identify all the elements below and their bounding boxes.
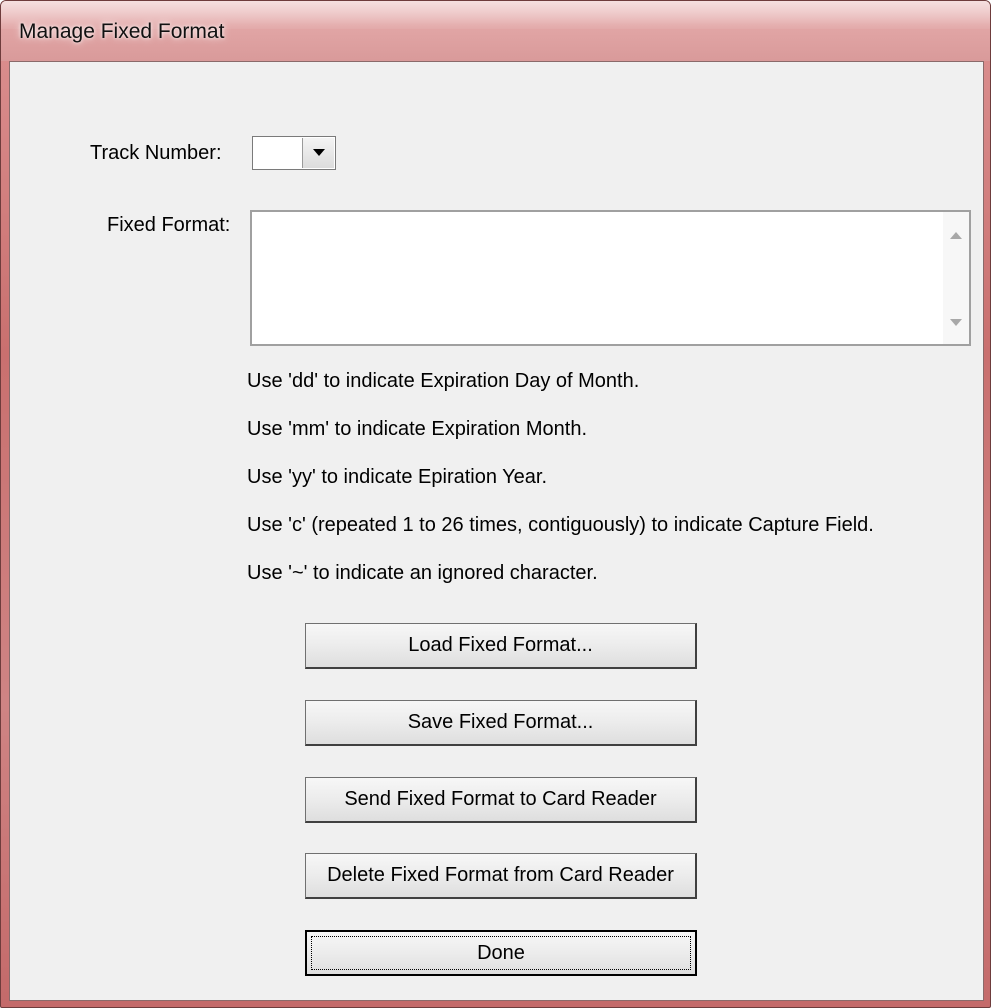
- fixed-format-input[interactable]: [250, 210, 971, 346]
- hint-month: Use 'mm' to indicate Expiration Month.: [247, 418, 587, 440]
- track-number-label: Track Number:: [90, 142, 222, 164]
- load-fixed-format-label: Load Fixed Format...: [408, 634, 593, 656]
- hint-year: Use 'yy' to indicate Epiration Year.: [247, 466, 548, 488]
- dialog-window: Manage Fixed Format Track Number: Fixed …: [0, 0, 991, 1008]
- hint-ignored-character: Use '~' to indicate an ignored character…: [247, 562, 598, 584]
- fixed-format-scrollbar[interactable]: [943, 212, 969, 344]
- load-fixed-format-button[interactable]: Load Fixed Format...: [305, 623, 697, 669]
- scroll-up-icon[interactable]: [950, 232, 962, 239]
- fixed-format-label: Fixed Format:: [107, 214, 231, 236]
- send-fixed-format-label: Send Fixed Format to Card Reader: [344, 788, 657, 810]
- delete-fixed-format-button[interactable]: Delete Fixed Format from Card Reader: [305, 853, 697, 899]
- delete-fixed-format-label: Delete Fixed Format from Card Reader: [327, 864, 674, 886]
- save-fixed-format-button[interactable]: Save Fixed Format...: [305, 700, 697, 746]
- save-fixed-format-label: Save Fixed Format...: [407, 711, 594, 733]
- send-fixed-format-button[interactable]: Send Fixed Format to Card Reader: [305, 777, 697, 823]
- title-bar[interactable]: Manage Fixed Format: [1, 1, 990, 61]
- dialog-client-area: Track Number: Fixed Format: Use 'dd' to …: [9, 61, 984, 1001]
- focus-rectangle: [311, 936, 691, 970]
- hint-capture-field: Use 'c' (repeated 1 to 26 times, contigu…: [247, 514, 874, 536]
- scroll-down-icon[interactable]: [950, 319, 962, 326]
- hint-day: Use 'dd' to indicate Expiration Day of M…: [247, 370, 640, 392]
- window-title: Manage Fixed Format: [19, 20, 225, 43]
- done-button[interactable]: Done: [305, 930, 697, 976]
- track-number-dropdown[interactable]: [252, 136, 336, 170]
- chevron-down-icon[interactable]: [302, 138, 334, 168]
